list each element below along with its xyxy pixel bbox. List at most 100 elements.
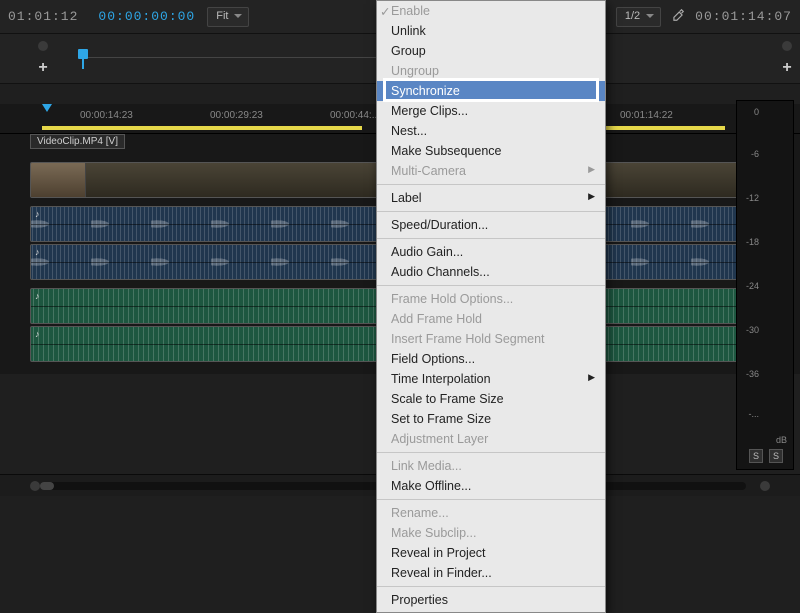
menu-separator (377, 285, 605, 286)
menu-item-unlink[interactable]: Unlink (377, 21, 605, 41)
menu-item-speed-duration[interactable]: Speed/Duration... (377, 215, 605, 235)
menu-item-audio-gain[interactable]: Audio Gain... (377, 242, 605, 262)
menu-item-insert-frame-hold-segment: Insert Frame Hold Segment (377, 329, 605, 349)
zoom-handle-right[interactable] (760, 481, 770, 491)
menu-item-merge-clips[interactable]: Merge Clips... (377, 101, 605, 121)
work-area-bar[interactable] (595, 126, 725, 130)
mini-timeline[interactable] (78, 47, 378, 71)
menu-separator (377, 586, 605, 587)
right-knob-icon[interactable] (782, 41, 792, 51)
menu-separator (377, 184, 605, 185)
menu-item-label: Synchronize (391, 84, 460, 98)
chevron-down-icon (646, 14, 654, 18)
chevron-down-icon (234, 14, 242, 18)
solo-button-left[interactable]: S (749, 449, 763, 463)
menu-item-label: Add Frame Hold (391, 312, 482, 326)
audio-meter: 0 -6 -12 -18 -24 -30 -36 -... dB S S (736, 100, 794, 470)
clip-thumbnail (31, 163, 86, 197)
menu-item-multi-camera: Multi-Camera (377, 161, 605, 181)
ruler-tick: 00:00:44:... (330, 110, 380, 121)
menu-item-audio-channels[interactable]: Audio Channels... (377, 262, 605, 282)
menu-separator (377, 238, 605, 239)
meter-label: -36 (746, 369, 759, 379)
menu-item-label: Enable (391, 4, 430, 18)
menu-item-label: Unlink (391, 24, 426, 38)
solo-button-right[interactable]: S (769, 449, 783, 463)
menu-item-label: Audio Gain... (391, 245, 463, 259)
menu-item-reveal-in-project[interactable]: Reveal in Project (377, 543, 605, 563)
menu-item-make-subclip: Make Subclip... (377, 523, 605, 543)
playhead-icon[interactable] (78, 49, 88, 59)
menu-item-nest[interactable]: Nest... (377, 121, 605, 141)
playhead-indicator-icon[interactable] (42, 104, 52, 112)
menu-item-label: Time Interpolation (391, 372, 491, 386)
menu-item-enable: ✓Enable (377, 1, 605, 21)
menu-item-reveal-in-finder[interactable]: Reveal in Finder... (377, 563, 605, 583)
menu-item-group[interactable]: Group (377, 41, 605, 61)
menu-item-link-media: Link Media... (377, 456, 605, 476)
menu-item-label: Audio Channels... (391, 265, 490, 279)
menu-item-label: Rename... (391, 506, 449, 520)
menu-separator (377, 211, 605, 212)
add-button-left[interactable]: + (38, 59, 47, 77)
zoom-fit-dropdown[interactable]: Fit (207, 7, 249, 27)
menu-item-label: Insert Frame Hold Segment (391, 332, 545, 346)
ruler-tick: 00:00:29:23 (210, 110, 263, 121)
left-knob-icon[interactable] (38, 41, 48, 51)
menu-item-field-options[interactable]: Field Options... (377, 349, 605, 369)
menu-item-scale-to-frame-size[interactable]: Scale to Frame Size (377, 389, 605, 409)
scrollbar-thumb[interactable] (40, 482, 54, 490)
settings-wrench-icon[interactable] (671, 8, 685, 25)
menu-item-label: Adjustment Layer (391, 432, 488, 446)
menu-item-label[interactable]: Label (377, 188, 605, 208)
menu-item-label: Label (391, 191, 422, 205)
menu-item-label: Make Offline... (391, 479, 471, 493)
menu-item-label: Group (391, 44, 426, 58)
menu-item-label: Speed/Duration... (391, 218, 488, 232)
menu-item-properties[interactable]: Properties (377, 590, 605, 610)
menu-item-label: Scale to Frame Size (391, 392, 504, 406)
zoom-handle-left[interactable] (30, 481, 40, 491)
menu-item-time-interpolation[interactable]: Time Interpolation (377, 369, 605, 389)
zoom-fit-label: Fit (216, 10, 228, 22)
menu-item-label: Merge Clips... (391, 104, 468, 118)
meter-label: -30 (746, 325, 759, 335)
clip-context-menu: ✓Enable Unlink Group Ungroup Synchronize Merg… (376, 0, 606, 613)
ruler-tick: 00:01:14:22 (620, 110, 673, 121)
mini-timeline-track (78, 57, 378, 58)
duration-timecode: 00:01:14:07 (695, 9, 792, 24)
meter-label: -... (749, 409, 760, 419)
meter-label: -12 (746, 193, 759, 203)
menu-item-label: Nest... (391, 124, 427, 138)
playhead-timecode[interactable]: 00:00:00:00 (98, 9, 195, 24)
menu-item-add-frame-hold: Add Frame Hold (377, 309, 605, 329)
menu-item-make-subsequence[interactable]: Make Subsequence (377, 141, 605, 161)
clip-name-label[interactable]: VideoClip.MP4 [V] (30, 134, 125, 149)
menu-item-label: Field Options... (391, 352, 475, 366)
menu-separator (377, 452, 605, 453)
menu-item-rename: Rename... (377, 503, 605, 523)
menu-item-label: Frame Hold Options... (391, 292, 513, 306)
resolution-label: 1/2 (625, 10, 640, 22)
menu-item-label: Properties (391, 593, 448, 607)
meter-label: 0 (754, 107, 759, 117)
menu-item-label: Link Media... (391, 459, 462, 473)
menu-item-adjustment-layer: Adjustment Layer (377, 429, 605, 449)
menu-item-label: Set to Frame Size (391, 412, 491, 426)
menu-item-frame-hold-options: Frame Hold Options... (377, 289, 605, 309)
menu-item-label: Multi-Camera (391, 164, 466, 178)
menu-item-label: Make Subsequence (391, 144, 502, 158)
meter-unit: dB (776, 435, 787, 445)
sequence-timecode: 01:01:12 (8, 9, 78, 24)
work-area-bar[interactable] (42, 126, 362, 130)
menu-item-ungroup: Ungroup (377, 61, 605, 81)
add-button-right[interactable]: + (782, 59, 791, 77)
resolution-dropdown[interactable]: 1/2 (616, 7, 661, 27)
menu-item-make-offline[interactable]: Make Offline... (377, 476, 605, 496)
menu-item-label: Ungroup (391, 64, 439, 78)
check-icon: ✓ (380, 4, 390, 19)
meter-label: -18 (746, 237, 759, 247)
menu-item-synchronize[interactable]: Synchronize (377, 81, 605, 101)
meter-label: -6 (751, 149, 759, 159)
menu-item-set-to-frame-size[interactable]: Set to Frame Size (377, 409, 605, 429)
